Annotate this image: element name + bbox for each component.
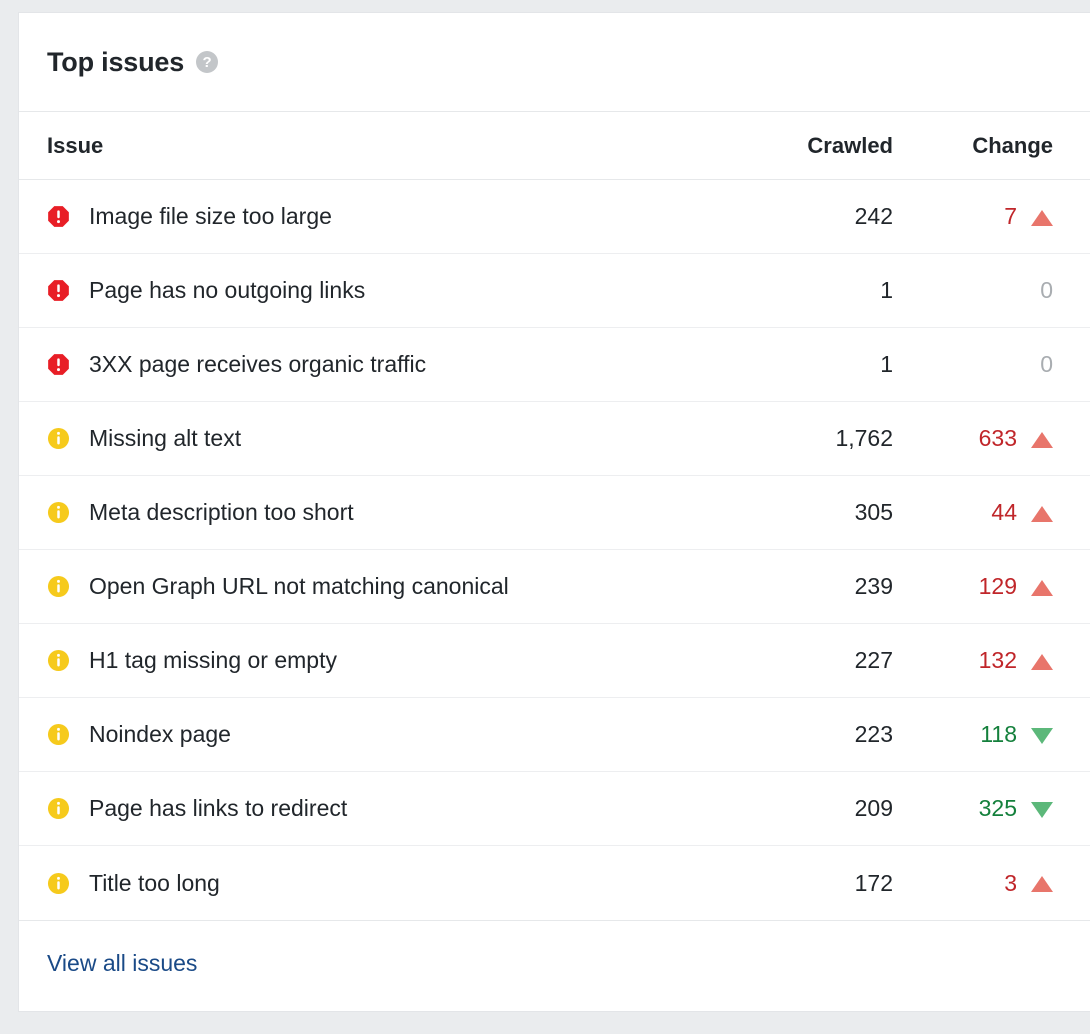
change-value: 118 bbox=[980, 723, 1017, 746]
crawled-value: 242 bbox=[682, 203, 930, 230]
issue-cell: Open Graph URL not matching canonical bbox=[47, 573, 682, 600]
crawled-value: 223 bbox=[682, 721, 930, 748]
issue-label[interactable]: Page has no outgoing links bbox=[89, 277, 365, 304]
info-circle-icon bbox=[47, 501, 70, 524]
change-cell: 7 bbox=[930, 205, 1090, 228]
change-value: 633 bbox=[979, 427, 1017, 450]
change-cell: 118 bbox=[930, 723, 1090, 746]
issue-label[interactable]: 3XX page receives organic traffic bbox=[89, 351, 426, 378]
crawled-value: 172 bbox=[682, 870, 930, 897]
crawled-value: 209 bbox=[682, 795, 930, 822]
question-mark-icon[interactable]: ? bbox=[196, 51, 218, 73]
issue-label[interactable]: Open Graph URL not matching canonical bbox=[89, 573, 509, 600]
crawled-value: 305 bbox=[682, 499, 930, 526]
arrow-up-icon bbox=[1031, 432, 1053, 448]
table-body: Image file size too large 242 7 Page has no… bbox=[19, 180, 1090, 920]
arrow-up-icon bbox=[1031, 210, 1053, 226]
column-header-issue: Issue bbox=[47, 133, 682, 159]
table-row[interactable]: Noindex page 223 118 bbox=[19, 698, 1090, 772]
change-value: 44 bbox=[991, 501, 1017, 524]
change-cell: 633 bbox=[930, 427, 1090, 450]
card-footer: View all issues bbox=[19, 920, 1090, 1005]
crawled-value: 1 bbox=[682, 351, 930, 378]
column-header-crawled: Crawled bbox=[682, 133, 930, 159]
table-row[interactable]: 3XX page receives organic traffic 1 0 bbox=[19, 328, 1090, 402]
arrow-up-icon bbox=[1031, 506, 1053, 522]
issue-label[interactable]: Meta description too short bbox=[89, 499, 354, 526]
issue-cell: Meta description too short bbox=[47, 499, 682, 526]
table-row[interactable]: Open Graph URL not matching canonical 239… bbox=[19, 550, 1090, 624]
crawled-value: 227 bbox=[682, 647, 930, 674]
issue-label[interactable]: Noindex page bbox=[89, 721, 231, 748]
issue-cell: Image file size too large bbox=[47, 203, 682, 230]
info-circle-icon bbox=[47, 649, 70, 672]
table-row[interactable]: Page has no outgoing links 1 0 bbox=[19, 254, 1090, 328]
issue-label[interactable]: Page has links to redirect bbox=[89, 795, 347, 822]
crawled-value: 1 bbox=[682, 277, 930, 304]
arrow-up-icon bbox=[1031, 654, 1053, 670]
table-row[interactable]: H1 tag missing or empty 227 132 bbox=[19, 624, 1090, 698]
info-circle-icon bbox=[47, 872, 70, 895]
change-value: 325 bbox=[979, 797, 1017, 820]
change-value: 129 bbox=[979, 575, 1017, 598]
table-row[interactable]: Page has links to redirect 209 325 bbox=[19, 772, 1090, 846]
change-cell: 325 bbox=[930, 797, 1090, 820]
top-issues-card: Top issues ? Issue Crawled Change Image … bbox=[18, 12, 1090, 1012]
issue-cell: Noindex page bbox=[47, 721, 682, 748]
page-title: Top issues bbox=[47, 47, 184, 78]
card-header: Top issues ? bbox=[19, 13, 1090, 112]
issue-label[interactable]: Missing alt text bbox=[89, 425, 241, 452]
arrow-down-icon bbox=[1031, 802, 1053, 818]
arrow-up-icon bbox=[1031, 876, 1053, 892]
arrow-up-icon bbox=[1031, 580, 1053, 596]
table-row[interactable]: Image file size too large 242 7 bbox=[19, 180, 1090, 254]
change-cell: 3 bbox=[930, 872, 1090, 895]
issues-table: Issue Crawled Change Image file size too… bbox=[19, 112, 1090, 920]
crawled-value: 1,762 bbox=[682, 425, 930, 452]
change-value: 3 bbox=[1004, 872, 1017, 895]
table-row[interactable]: Missing alt text 1,762 633 bbox=[19, 402, 1090, 476]
change-cell: 0 bbox=[930, 353, 1090, 376]
issue-label[interactable]: H1 tag missing or empty bbox=[89, 647, 337, 674]
info-circle-icon bbox=[47, 575, 70, 598]
issue-cell: Page has no outgoing links bbox=[47, 277, 682, 304]
issue-label[interactable]: Title too long bbox=[89, 870, 220, 897]
change-value: 7 bbox=[1004, 205, 1017, 228]
error-octagon-icon bbox=[47, 279, 70, 302]
change-cell: 44 bbox=[930, 501, 1090, 524]
view-all-issues-link[interactable]: View all issues bbox=[47, 950, 197, 977]
issue-cell: 3XX page receives organic traffic bbox=[47, 351, 682, 378]
issue-cell: Title too long bbox=[47, 870, 682, 897]
change-cell: 132 bbox=[930, 649, 1090, 672]
change-value: 0 bbox=[1040, 279, 1053, 302]
table-header-row: Issue Crawled Change bbox=[19, 112, 1090, 180]
change-cell: 129 bbox=[930, 575, 1090, 598]
issue-label[interactable]: Image file size too large bbox=[89, 203, 332, 230]
change-value: 132 bbox=[979, 649, 1017, 672]
error-octagon-icon bbox=[47, 353, 70, 376]
issue-cell: Page has links to redirect bbox=[47, 795, 682, 822]
issue-cell: H1 tag missing or empty bbox=[47, 647, 682, 674]
table-row[interactable]: Title too long 172 3 bbox=[19, 846, 1090, 920]
column-header-change: Change bbox=[930, 133, 1090, 159]
error-octagon-icon bbox=[47, 205, 70, 228]
change-cell: 0 bbox=[930, 279, 1090, 302]
change-value: 0 bbox=[1040, 353, 1053, 376]
crawled-value: 239 bbox=[682, 573, 930, 600]
info-circle-icon bbox=[47, 427, 70, 450]
info-circle-icon bbox=[47, 797, 70, 820]
arrow-down-icon bbox=[1031, 728, 1053, 744]
issue-cell: Missing alt text bbox=[47, 425, 682, 452]
table-row[interactable]: Meta description too short 305 44 bbox=[19, 476, 1090, 550]
info-circle-icon bbox=[47, 723, 70, 746]
